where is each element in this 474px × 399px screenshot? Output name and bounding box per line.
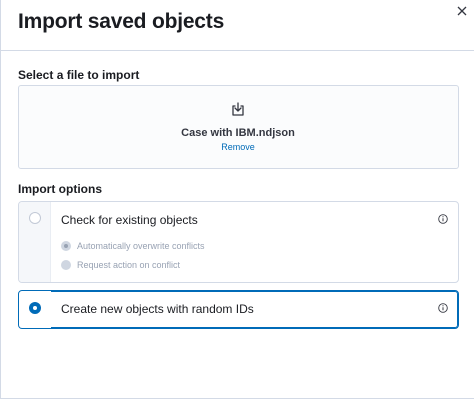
selected-file-name: Case with IBM.ndjson	[181, 127, 295, 139]
close-button[interactable]	[453, 2, 471, 20]
radio-create-new[interactable]	[29, 302, 41, 314]
option-create-new-title: Create new objects with random IDs	[61, 302, 254, 316]
flyout-title: Import saved objects	[18, 10, 225, 33]
import-flyout: Import saved objects Select a file to im…	[0, 0, 474, 399]
import-icon	[232, 102, 244, 116]
option-check-existing-title: Check for existing objects	[61, 213, 198, 227]
sub-option-overwrite-label: Automatically overwrite conflicts	[77, 241, 205, 251]
flyout-header: Import saved objects	[1, 0, 474, 51]
sub-option-request-label: Request action on conflict	[77, 260, 181, 270]
file-section-label: Select a file to import	[18, 68, 140, 82]
radio-overwrite-conflicts[interactable]	[61, 241, 71, 251]
remove-file-link[interactable]: Remove	[1, 142, 474, 152]
radio-check-existing[interactable]	[29, 212, 41, 224]
import-options-label: Import options	[18, 182, 102, 196]
info-icon[interactable]	[438, 303, 448, 313]
info-icon[interactable]	[438, 214, 448, 224]
radio-request-action[interactable]	[61, 260, 71, 270]
cross-icon	[457, 6, 467, 16]
